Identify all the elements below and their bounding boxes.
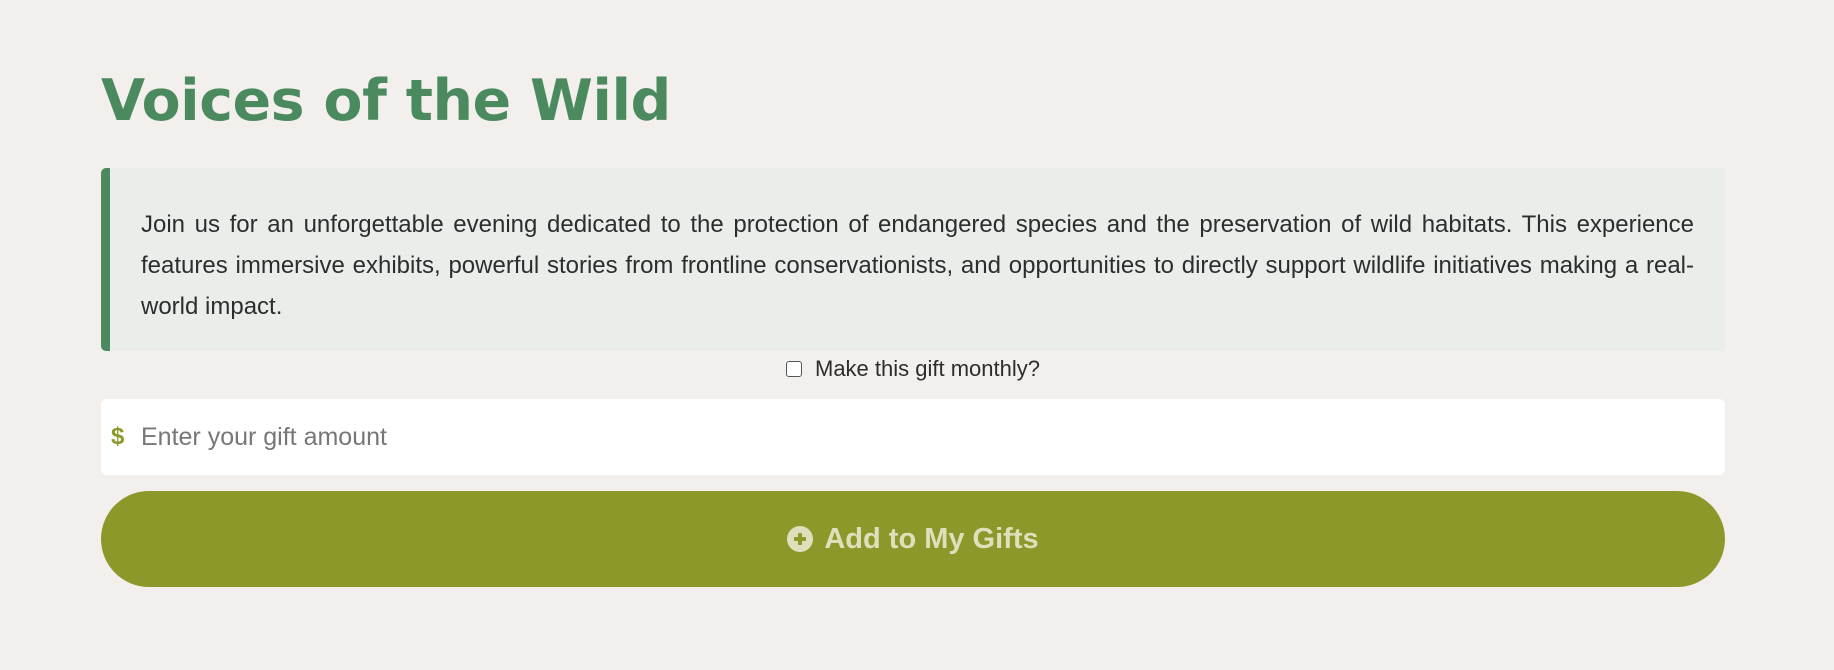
monthly-gift-checkbox[interactable] — [786, 361, 802, 377]
monthly-gift-option[interactable]: Make this gift monthly? — [101, 356, 1725, 382]
add-to-gifts-label: Add to My Gifts — [824, 522, 1039, 555]
add-to-gifts-button[interactable]: Add to My Gifts — [101, 491, 1725, 587]
description-box: Join us for an unforgettable evening ded… — [101, 168, 1725, 351]
dollar-sign-icon: $ — [111, 423, 125, 450]
gift-amount-input[interactable] — [139, 411, 1725, 463]
page-title: Voices of the Wild — [101, 68, 671, 134]
description-text: Join us for an unforgettable evening ded… — [141, 211, 1694, 320]
plus-circle-icon — [787, 526, 814, 552]
monthly-gift-label: Make this gift monthly? — [815, 356, 1040, 381]
gift-amount-field[interactable]: $ — [101, 399, 1725, 475]
